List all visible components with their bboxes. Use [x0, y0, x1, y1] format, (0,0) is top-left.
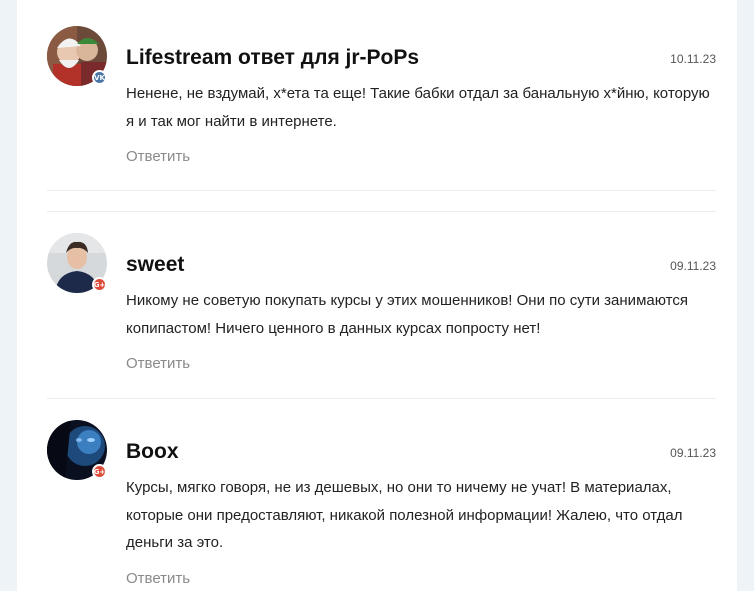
comment-date: 09.11.23	[670, 259, 716, 273]
comment-date: 10.11.23	[670, 52, 716, 66]
comment-text: Курсы, мягко говоря, не из дешевых, но о…	[126, 479, 683, 551]
divider	[47, 211, 716, 212]
comment-text: Никому не советую покупать курсы у этих …	[126, 292, 688, 337]
vk-icon: VK	[92, 70, 107, 85]
comment-author: Boox	[126, 440, 179, 463]
google-plus-icon: G+	[92, 464, 107, 479]
comment-item: VK Lifestream ответ для jr-PoPs 10.11.23…	[47, 26, 716, 196]
google-plus-icon: G+	[92, 277, 107, 292]
comment-author: Lifestream ответ для jr-PoPs	[126, 46, 420, 69]
reply-button[interactable]: Ответить	[126, 570, 190, 587]
comment-author: sweet	[126, 253, 185, 276]
comment-text: Ненене, не вздумай, х*ета та еще! Такие …	[126, 85, 710, 130]
divider	[47, 190, 716, 191]
divider	[47, 398, 716, 399]
comment-item: G+ Boox 09.11.23 Курсы, мягко говоря, не…	[47, 420, 716, 591]
reply-button[interactable]: Ответить	[126, 355, 190, 372]
comment-item: G+ sweet 09.11.23 Никому не советую поку…	[47, 233, 716, 383]
comments-card: VK Lifestream ответ для jr-PoPs 10.11.23…	[17, 0, 737, 591]
comment-date: 09.11.23	[670, 446, 716, 460]
reply-button[interactable]: Ответить	[126, 148, 190, 165]
